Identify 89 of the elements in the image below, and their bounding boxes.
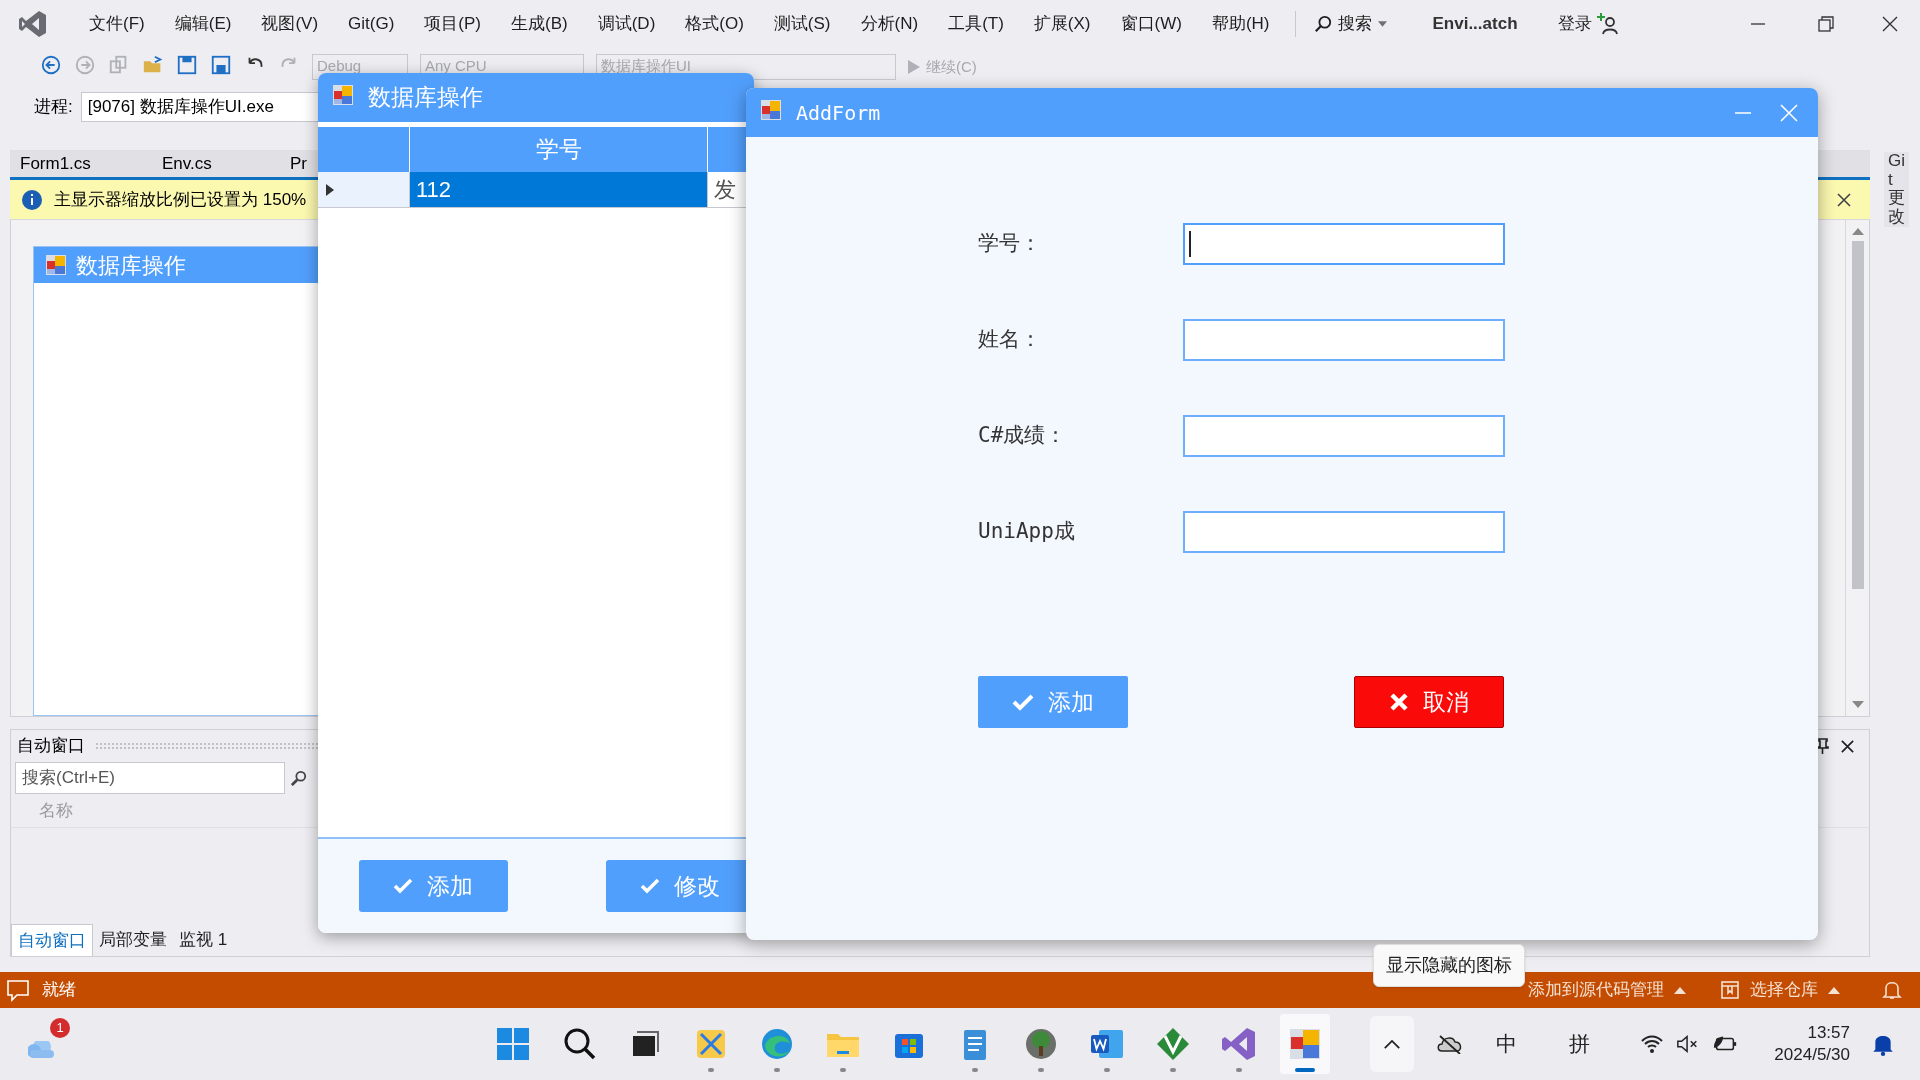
window-title: AddForm <box>796 99 881 127</box>
close-icon[interactable] <box>1840 738 1855 754</box>
table-cell: 112 <box>410 172 708 207</box>
notification-bell-icon[interactable] <box>1882 979 1902 1001</box>
scroll-down-icon[interactable] <box>1851 701 1864 708</box>
continue-label: 继续(C) <box>926 56 977 77</box>
save-icon[interactable] <box>176 54 198 76</box>
ime-mode[interactable]: 中 <box>1496 1028 1518 1060</box>
current-row-icon <box>326 183 334 196</box>
info-message: 主显示器缩放比例已设置为 150% <box>54 188 307 211</box>
play-icon <box>908 60 920 74</box>
panel-tab[interactable]: 自动窗口 <box>11 924 93 956</box>
date-text: 2024/5/30 <box>1774 1044 1850 1066</box>
field-label: 学号： <box>978 230 1042 258</box>
panel-tab[interactable]: 局部变量 <box>93 924 173 956</box>
ime-indicator[interactable]: 拼 <box>1569 1028 1591 1060</box>
menu-item[interactable]: 视图(V) <box>246 7 334 41</box>
menu-item[interactable]: 扩展(X) <box>1018 7 1106 41</box>
close-icon[interactable] <box>1836 191 1852 208</box>
caret-icon <box>1828 986 1840 994</box>
menu-item[interactable]: 格式(O) <box>670 7 759 41</box>
menu-item[interactable]: 项目(P) <box>409 7 496 41</box>
repository-button[interactable]: 选择仓库 <box>1720 977 1840 1003</box>
process-dropdown[interactable]: [9076] 数据库操作UI.exe <box>80 92 321 122</box>
panel-tab[interactable]: 监视 1 <box>173 924 234 956</box>
cancel-x-icon <box>1389 692 1409 712</box>
field-label: C#成绩： <box>978 422 1068 450</box>
search-icon <box>1313 15 1332 33</box>
chevron-up-icon <box>1383 1038 1402 1050</box>
solution-name: Envi...atch <box>1432 13 1518 36</box>
checkmark-icon <box>639 878 660 894</box>
source-control-button[interactable]: 添加到源代码管理 <box>1528 977 1686 1003</box>
menu-item[interactable]: 分析(N) <box>845 7 934 41</box>
repository-label: 选择仓库 <box>1750 979 1818 1002</box>
comment-icon[interactable] <box>6 978 30 1002</box>
document-tab[interactable]: Env.cs <box>162 150 290 177</box>
login-link[interactable]: 登录 <box>1557 11 1592 37</box>
restore-icon[interactable] <box>1818 16 1834 32</box>
input-field[interactable] <box>1183 319 1505 361</box>
time-text: 13:57 <box>1807 1022 1850 1044</box>
source-control-label: 添加到源代码管理 <box>1528 979 1664 1002</box>
add-user-icon[interactable] <box>1595 12 1620 36</box>
menu-item[interactable]: 帮助(H) <box>1196 7 1285 41</box>
search-icon[interactable] <box>291 770 307 786</box>
clock[interactable]: 13:57 2024/5/30 <box>1774 1022 1850 1066</box>
search-button[interactable]: 搜索 <box>1305 7 1395 41</box>
document-tab[interactable]: Form1.cs <box>10 150 162 177</box>
row-header-cell[interactable] <box>318 172 410 207</box>
scrollbar-thumb[interactable] <box>1851 241 1864 589</box>
field-label: 姓名： <box>978 326 1042 354</box>
caret-icon <box>1377 21 1387 27</box>
menu-item[interactable]: 窗口(W) <box>1105 7 1197 41</box>
input-field[interactable] <box>1183 415 1505 457</box>
status-text: 就绪 <box>42 979 76 1002</box>
text-cursor <box>1189 231 1191 257</box>
save-all-icon[interactable] <box>210 54 232 76</box>
input-field[interactable] <box>1183 223 1505 265</box>
window-title: 数据库操作 <box>368 83 483 113</box>
menu-item[interactable]: 工具(T) <box>933 7 1019 41</box>
caret-icon <box>1674 986 1686 994</box>
menu-item[interactable]: 生成(B) <box>496 7 583 41</box>
dialog-button[interactable]: 取消 <box>1354 676 1504 728</box>
close-icon[interactable] <box>1882 16 1898 32</box>
back-icon[interactable] <box>40 54 62 76</box>
wifi-icon[interactable] <box>1640 1034 1665 1054</box>
panel-title: 自动窗口 <box>17 735 85 758</box>
app-logo-icon <box>18 9 48 39</box>
menu-item[interactable]: Git(G) <box>333 7 410 41</box>
form-title: 数据库操作 <box>76 251 186 280</box>
checkmark-icon <box>1012 693 1034 711</box>
menu-item[interactable]: 调试(D) <box>582 7 671 41</box>
checkmark-icon <box>393 878 414 894</box>
document-tab[interactable]: Pr <box>290 150 370 177</box>
pin-icon[interactable] <box>1816 738 1830 754</box>
process-label: 进程: <box>34 96 73 119</box>
tooltip: 显示隐藏的图标 <box>1373 944 1525 987</box>
search-field[interactable]: 搜索(Ctrl+E) <box>15 762 285 794</box>
notification-badge: 1 <box>50 1018 70 1038</box>
info-icon <box>22 189 42 210</box>
menu-item[interactable]: 编辑(E) <box>159 7 247 41</box>
search-label: 搜索 <box>1337 13 1372 36</box>
scroll-up-icon[interactable] <box>1851 228 1864 235</box>
input-field[interactable] <box>1183 511 1505 553</box>
repository-icon <box>1720 980 1740 1000</box>
field-label: UniApp成 <box>978 518 1076 546</box>
side-tab[interactable]: Git 更改 <box>1884 152 1909 227</box>
menu-item[interactable]: 测试(S) <box>758 7 846 41</box>
form-icon <box>44 253 68 277</box>
menu-item[interactable]: 文件(F) <box>74 7 160 41</box>
